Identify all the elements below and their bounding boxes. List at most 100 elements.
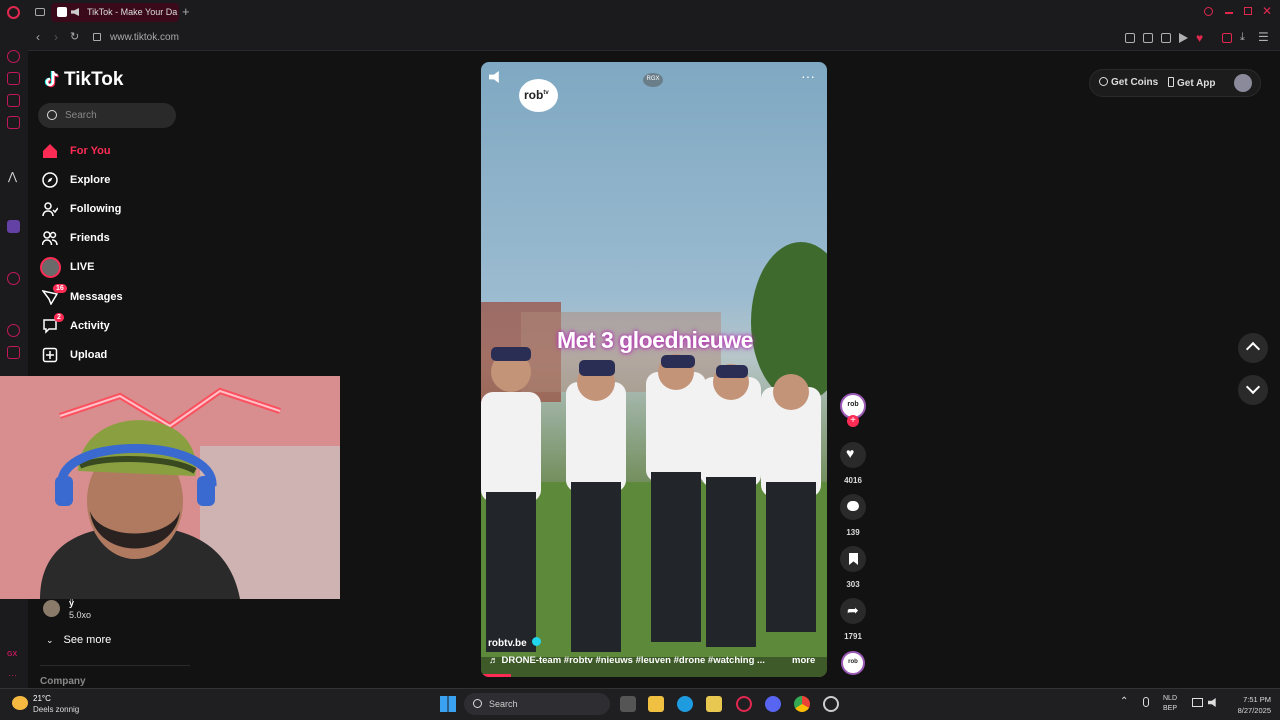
like-button[interactable]: ♥ (840, 442, 866, 468)
snapshot-icon[interactable] (1143, 33, 1153, 43)
account-avatar[interactable] (43, 600, 60, 617)
clock[interactable]: 7:51 PM 8/27/2025 (1225, 694, 1271, 716)
task-view-icon[interactable] (620, 696, 636, 712)
tray-chevron-icon[interactable]: ⌃ (1120, 696, 1128, 707)
see-more-button[interactable]: ⌄ See more (46, 634, 111, 646)
aria-icon[interactable] (7, 50, 20, 63)
discord-icon[interactable] (765, 696, 781, 712)
coin-icon (1099, 77, 1108, 86)
save-button[interactable] (840, 546, 866, 572)
download-icon[interactable]: ⤓ (1240, 31, 1245, 44)
twitch-icon[interactable] (7, 220, 20, 233)
microphone-icon[interactable] (1143, 697, 1149, 707)
get-app-button[interactable]: Get App (1168, 77, 1216, 89)
verified-icon (531, 637, 541, 646)
comment-button[interactable] (840, 494, 866, 520)
tab-tiktok[interactable]: TikTok - Make Your Da (51, 3, 179, 22)
history-icon[interactable] (7, 324, 20, 337)
tab-title: TikTok - Make Your Da (87, 7, 178, 17)
edge-icon[interactable] (677, 696, 693, 712)
robtv-watermark: robtv (519, 79, 558, 112)
shares-count: 1791 (844, 632, 862, 641)
nav-label: Following (70, 203, 122, 215)
weather-icon[interactable] (12, 696, 28, 710)
footer-company[interactable]: Company (40, 676, 86, 687)
menu-icon[interactable]: ☰ (1258, 30, 1269, 44)
friends-icon (41, 230, 58, 246)
close-window-button[interactable]: ✕ (1262, 4, 1272, 18)
tiktok-logo[interactable]: TikTok (44, 69, 123, 91)
browser-tab-bar: TikTok - Make Your Da + ✕ (0, 0, 1280, 25)
watermark-sup: tv (543, 90, 549, 96)
tab-search-icon[interactable] (1204, 7, 1213, 16)
watermark-text: rob (524, 88, 544, 102)
opera-gx-icon[interactable] (7, 272, 20, 285)
chevron-down-icon (1245, 379, 1261, 395)
nav-label: Explore (70, 174, 111, 186)
more-options-icon[interactable]: ··· (801, 68, 815, 84)
more-sidebar-icon[interactable]: ··· (8, 670, 17, 680)
instagram-icon[interactable] (7, 94, 20, 107)
share-button[interactable]: ➦ (840, 598, 866, 624)
sound-avatar[interactable]: rob (841, 651, 865, 675)
back-button[interactable]: ‹ (36, 30, 40, 44)
tiktok-favicon-icon (57, 7, 67, 17)
see-more-label: See more (63, 634, 112, 646)
extensions-icon[interactable] (7, 346, 20, 359)
music-icon: ♬ (489, 655, 499, 666)
search-icon (473, 699, 482, 708)
profile-avatar[interactable] (1234, 74, 1252, 92)
wallet-icon[interactable] (1222, 33, 1232, 43)
account-name[interactable]: ÿ (69, 598, 74, 608)
weather-temp[interactable]: 21°C (33, 694, 51, 703)
video-caption-overlay: Met 3 gloednieuwe (557, 327, 753, 353)
tab-workspaces-icon[interactable] (35, 8, 45, 16)
video-author[interactable]: robtv.be (488, 637, 541, 649)
nav-label: Activity (70, 320, 110, 332)
arc-icon[interactable]: ⋀ (8, 170, 17, 183)
get-app-label: Get App (1177, 78, 1216, 89)
opera-gx-taskbar-icon[interactable] (736, 696, 752, 712)
more-button[interactable]: more (792, 655, 815, 666)
lock-icon (93, 33, 101, 41)
restore-button[interactable] (1244, 7, 1252, 15)
video-player[interactable]: robtv RGX ··· Met 3 gloednieuwe robtv.be… (481, 62, 827, 677)
new-tab-button[interactable]: + (182, 4, 190, 19)
chevron-down-icon: ⌄ (46, 635, 54, 645)
obs-icon[interactable] (823, 696, 839, 712)
taskbar-search[interactable]: Search (464, 693, 610, 715)
vpn-icon[interactable] (1161, 33, 1171, 43)
follow-plus-icon[interactable]: + (847, 415, 859, 427)
clock-time: 7:51 PM (1243, 695, 1271, 704)
next-video-button[interactable] (1238, 375, 1268, 405)
heart-icon[interactable]: ♥ (1196, 31, 1203, 45)
tiktok-note-icon (44, 70, 60, 88)
account-handle: 5.0xo (69, 610, 92, 620)
heart-icon: ♥ (846, 445, 855, 461)
windows-start-icon[interactable] (440, 696, 456, 712)
gx-icon[interactable]: GX (7, 651, 17, 658)
store-icon[interactable] (706, 696, 722, 712)
bookmark-icon[interactable] (1125, 33, 1135, 43)
speaker-icon[interactable] (71, 8, 79, 16)
file-explorer-icon[interactable] (648, 696, 664, 712)
search-icon (47, 110, 57, 120)
previous-video-button[interactable] (1238, 333, 1268, 363)
minimize-button[interactable] (1225, 12, 1233, 14)
gmail-icon[interactable] (7, 116, 20, 129)
nav-label: LIVE (70, 261, 95, 273)
reload-button[interactable]: ↻ (70, 30, 79, 43)
get-coins-button[interactable]: Get Coins (1099, 77, 1158, 88)
forward-button[interactable]: › (54, 30, 58, 44)
address-bar: ‹ › ↻ (0, 25, 1280, 51)
opera-logo-icon[interactable] (7, 6, 20, 19)
language-indicator[interactable]: NLD BEP (1163, 694, 1177, 714)
shopping-icon[interactable] (7, 72, 20, 85)
home-icon (42, 143, 58, 159)
get-coins-label: Get Coins (1111, 77, 1159, 88)
search-input[interactable]: Search (38, 103, 176, 128)
chrome-icon[interactable] (794, 696, 810, 712)
author-name: robtv.be (488, 638, 527, 649)
network-icon[interactable] (1192, 698, 1203, 707)
url-field[interactable]: www.tiktok.com (110, 32, 179, 43)
